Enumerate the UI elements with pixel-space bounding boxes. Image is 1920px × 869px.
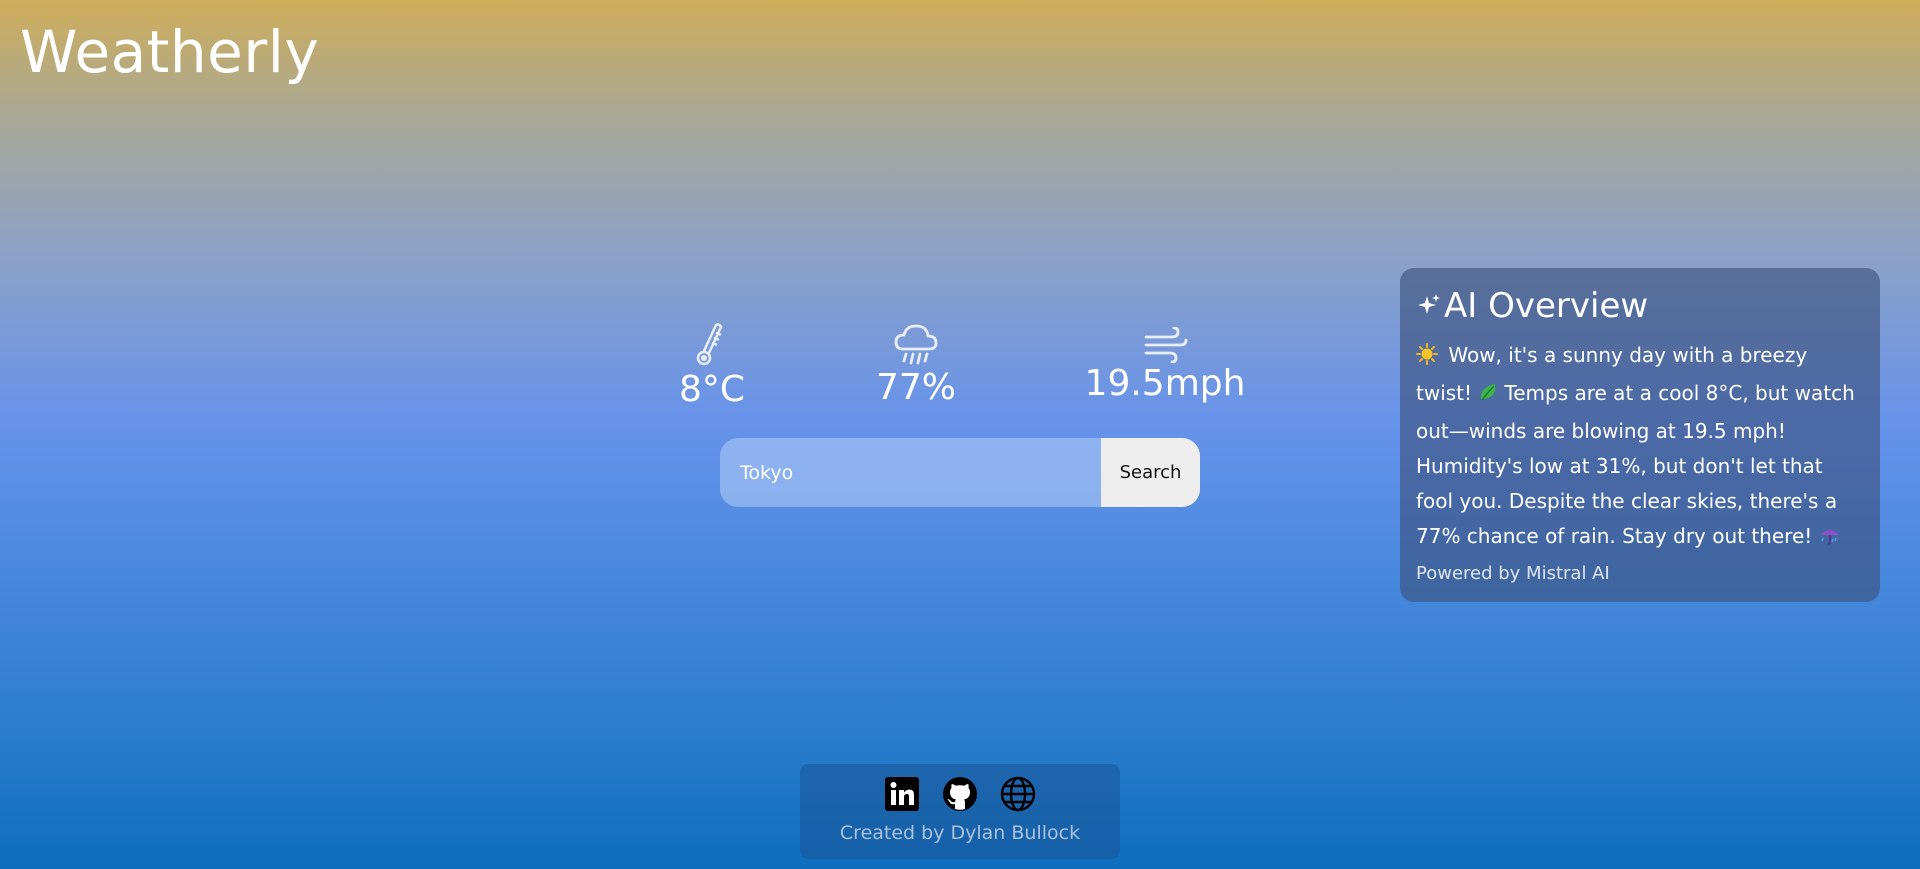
footer-credit: Created by Dylan Bullock bbox=[839, 822, 1081, 844]
search-button[interactable]: Search bbox=[1101, 438, 1200, 507]
rain-cloud-icon bbox=[894, 324, 938, 365]
temperature-value: 8°C bbox=[678, 369, 746, 410]
footer: Created by Dylan Bullock bbox=[800, 764, 1120, 859]
linkedin-icon[interactable] bbox=[884, 776, 920, 812]
precipitation-stat: 77% bbox=[866, 323, 966, 409]
sparkles-icon bbox=[1418, 294, 1440, 314]
wind-value: 19.5mph bbox=[1084, 363, 1246, 404]
sun-icon bbox=[1416, 341, 1438, 376]
temperature-stat: 8°C bbox=[662, 321, 762, 411]
wind-stat: 19.5mph bbox=[1080, 327, 1250, 405]
search-input[interactable] bbox=[720, 438, 1101, 507]
ai-overview-title: AI Overview bbox=[1444, 286, 1649, 326]
ai-overview-card: AI Overview Wow, it's a sunny day with a… bbox=[1400, 268, 1880, 602]
globe-icon[interactable] bbox=[1000, 776, 1036, 812]
thermometer-icon bbox=[696, 323, 723, 366]
app-title: Weatherly bbox=[20, 18, 320, 86]
ai-overview-header: AI Overview bbox=[1416, 286, 1866, 326]
umbrella-rain-icon bbox=[1819, 522, 1841, 557]
ai-overview-text: Wow, it's a sunny day with a breezy twis… bbox=[1416, 338, 1866, 557]
leaf-icon bbox=[1478, 379, 1500, 414]
wind-icon bbox=[1144, 327, 1188, 363]
ai-overview-footer: Powered by Mistral AI bbox=[1416, 563, 1610, 584]
search-bar: Search bbox=[720, 438, 1200, 507]
social-links bbox=[800, 776, 1120, 812]
precipitation-value: 77% bbox=[875, 367, 956, 408]
github-icon[interactable] bbox=[942, 776, 978, 812]
